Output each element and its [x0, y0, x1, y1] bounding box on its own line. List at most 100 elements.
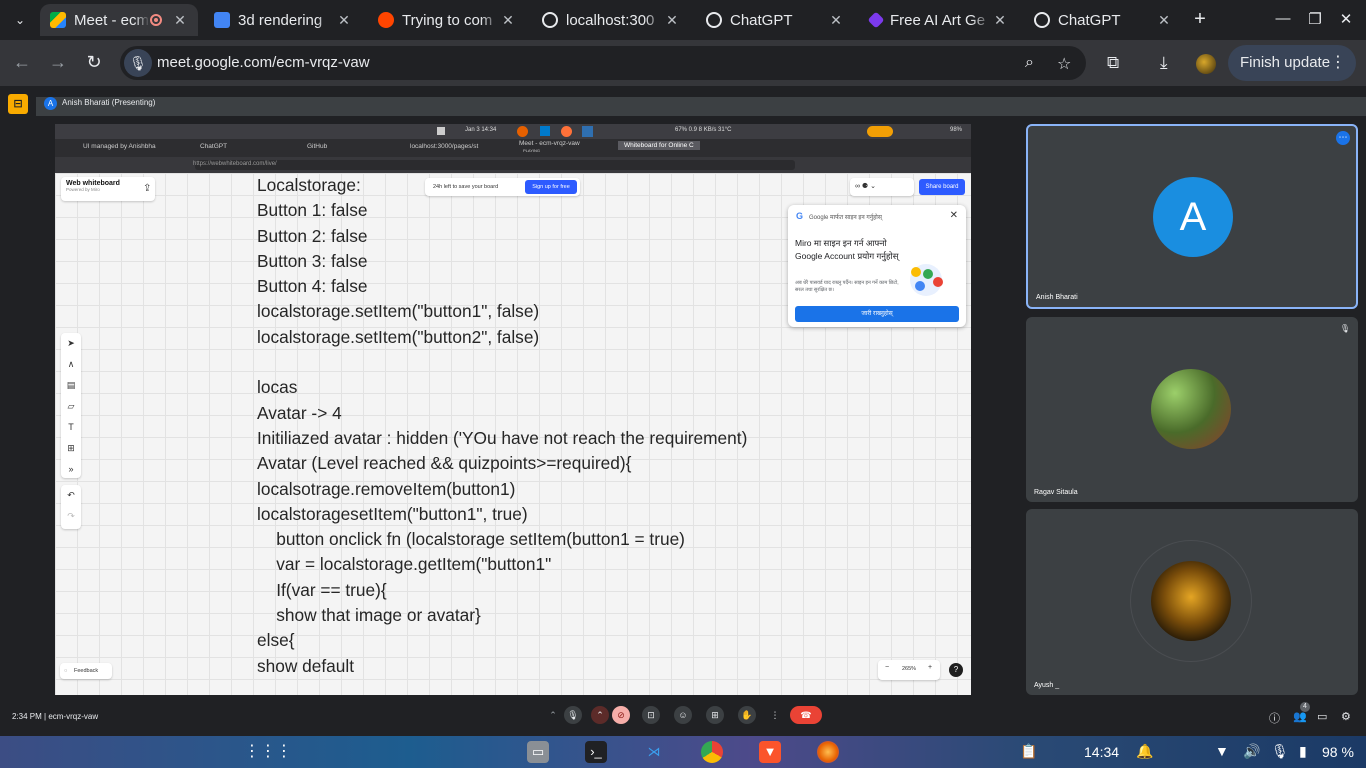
more-tools-icon: » [68, 464, 74, 474]
firefox-app-icon[interactable] [817, 741, 839, 763]
zoom-in-icon: + [928, 664, 933, 671]
close-tab-icon[interactable]: ✕ [1156, 12, 1172, 29]
extensions-icon[interactable]: ⧉ [1107, 53, 1119, 73]
present-button[interactable]: ⊞ [706, 706, 724, 724]
tab-title: ChatGPT [730, 11, 793, 29]
tab-3d-rendering[interactable]: 3d rendering ✕ [204, 4, 362, 36]
vscode-app-icon[interactable]: ⋊ [643, 741, 665, 763]
tab-chatgpt-2[interactable]: ChatGPT ✕ [1024, 4, 1182, 36]
shared-browser-tabs: UI managed by Anishbha ChatGPT GitHub lo… [55, 139, 971, 157]
undo-redo: ↶ ↷ [61, 485, 81, 529]
whiteboard-line: localstoragesetItem("button1", true) [257, 503, 528, 524]
zoom-icon[interactable]: ⌕ [1025, 54, 1034, 72]
profile-avatar[interactable] [1196, 54, 1216, 74]
text-tool-icon: T [68, 422, 74, 432]
battery-icon[interactable]: ▮ [1299, 743, 1307, 760]
participant-name: Ayush _ [1034, 682, 1060, 689]
logo-title: Web whiteboard [66, 180, 120, 187]
participant-tile-anish[interactable]: A ⋯ Anish Bharati [1026, 124, 1358, 309]
video-options-icon[interactable]: ⌃ [591, 706, 609, 724]
meeting-info-icon[interactable]: ⓘ [1269, 710, 1280, 726]
chat-icon[interactable]: ▭ [1317, 710, 1327, 723]
recording-icon [150, 14, 162, 26]
shared-tab-sub: PLAYING [523, 148, 541, 153]
keys-illustration-icon [910, 264, 943, 296]
feedback-label: Feedback [74, 668, 99, 674]
maximize-icon[interactable]: ❐ [1305, 10, 1325, 28]
downloads-icon[interactable]: ⤓ [1160, 53, 1168, 73]
close-tab-icon[interactable]: ✕ [172, 12, 188, 29]
presenter-avatar: A [44, 97, 57, 110]
new-tab-button[interactable]: + [1189, 8, 1211, 30]
participant-name: Anish Bharati [1036, 294, 1078, 301]
back-icon[interactable]: ← [10, 52, 34, 73]
whiteboard-line: Localstorage: [257, 175, 361, 195]
tab-free-ai-art[interactable]: Free AI Art Ge ✕ [860, 4, 1018, 36]
chrome-app-icon[interactable] [701, 741, 723, 763]
more-options-button[interactable]: ⋮ [766, 706, 784, 724]
tab-search-chevron-icon[interactable]: ⌄ [8, 8, 32, 32]
popup-title: Miro मा साइन इन गर्न आफ्नो Google Accoun… [795, 238, 899, 261]
tab-meet[interactable]: Meet - ecm ✕ [40, 4, 198, 36]
table-tool-icon: ▤ [66, 380, 76, 390]
finish-update-button[interactable]: Finish update ⋮ [1228, 45, 1356, 81]
shelf-time[interactable]: 14:34 [1084, 744, 1119, 760]
minimize-icon[interactable]: — [1273, 10, 1293, 27]
address-bar[interactable]: 🎙 meet.google.com/ecm-vrqz-vaw ⌕ ☆ [120, 46, 1086, 80]
microphone-button[interactable]: 🎙 [564, 706, 582, 724]
tab-localhost[interactable]: localhost:300 ✕ [532, 4, 690, 36]
camera-off-button[interactable]: ⊘ [612, 706, 630, 724]
zoom-out-icon: − [885, 664, 890, 671]
audio-options-icon[interactable]: ⌃ [544, 706, 562, 724]
files-app-icon[interactable]: ▭ [527, 741, 549, 763]
captions-button[interactable]: ⊡ [642, 706, 660, 724]
activities-icon[interactable]: ⚙ [1341, 710, 1351, 723]
url-text[interactable]: meet.google.com/ecm-vrqz-vaw [157, 54, 370, 71]
feedback-icon: ◌ [64, 668, 68, 674]
forward-icon[interactable]: → [46, 52, 70, 73]
emoji-button[interactable]: ☺ [674, 706, 692, 724]
tab-strip: ⌄ Meet - ecm ✕ 3d rendering ✕ Trying to … [0, 0, 1366, 40]
battery-level[interactable]: 98 % [1322, 744, 1354, 760]
tab-reddit[interactable]: Trying to com ✕ [368, 4, 526, 36]
notifications-icon[interactable]: 🔔 [1136, 743, 1153, 760]
shared-stats: 67% 0.9 8 KB/s 31°C [675, 127, 732, 133]
terminal-app-icon[interactable]: ›_ [585, 741, 607, 763]
participant-tile-ragav[interactable]: 🎙 Ragav Sitaula [1026, 317, 1358, 502]
zoom-level: 265% [902, 666, 917, 672]
whiteboard-line: Button 1: false [257, 200, 368, 221]
shapes-tool-icon: ⊞ [67, 443, 75, 453]
close-tab-icon[interactable]: ✕ [336, 12, 352, 29]
close-window-icon[interactable]: ✕ [1336, 10, 1356, 28]
meet-controls-bar: 2:34 PM | ecm-vrqz-vaw ⌃ 🎙 ⌃ ⊘ ⊡ ☺ ⊞ ✋ ⋮… [0, 702, 1366, 736]
launcher-icon[interactable]: ⋮⋮⋮ [244, 741, 292, 763]
tab-title: 3d rendering [238, 11, 323, 29]
raise-hand-button[interactable]: ✋ [738, 706, 756, 724]
whiteboard-line: Initiliazed avatar : hidden ('YOu have n… [257, 427, 748, 448]
chatgpt-favicon-icon [706, 12, 722, 28]
participant-tile-ayush[interactable]: Ayush _ [1026, 509, 1358, 695]
whiteboard-line: show default [257, 655, 355, 676]
meet-favicon-icon [50, 12, 66, 28]
mic-icon[interactable]: 🎙 [1271, 743, 1289, 760]
leave-call-button[interactable]: ☎ [790, 706, 822, 724]
google-signin-popup: G Google मार्फत साइन इन गर्नुहोस् ✕ Miro… [788, 205, 966, 327]
bookmark-star-icon[interactable]: ☆ [1057, 54, 1071, 74]
close-tab-icon[interactable]: ✕ [992, 12, 1008, 29]
close-tab-icon[interactable]: ✕ [828, 12, 844, 29]
tab-chatgpt[interactable]: ChatGPT ✕ [696, 4, 854, 36]
close-tab-icon[interactable]: ✕ [664, 12, 680, 29]
clipboard-icon[interactable]: 📋 [1020, 743, 1037, 760]
avatar: A [1153, 177, 1233, 257]
wifi-icon[interactable]: ▼ [1215, 743, 1229, 759]
reload-icon[interactable]: ↻ [82, 52, 106, 73]
share-board-button: Share board [919, 179, 965, 195]
brave-app-icon[interactable]: ▼ [759, 741, 781, 763]
shared-tab: Meet - ecm-vrqz-vaw [519, 140, 580, 147]
volume-icon[interactable]: 🔊 [1243, 743, 1260, 760]
whiteboard-line: localsotrage.removeItem(button1) [257, 478, 516, 499]
mic-permission-icon[interactable]: 🎙 [124, 49, 152, 77]
select-tool-icon: ➤ [67, 338, 75, 348]
more-options-icon[interactable]: ⋯ [1336, 131, 1350, 145]
close-tab-icon[interactable]: ✕ [500, 12, 516, 29]
